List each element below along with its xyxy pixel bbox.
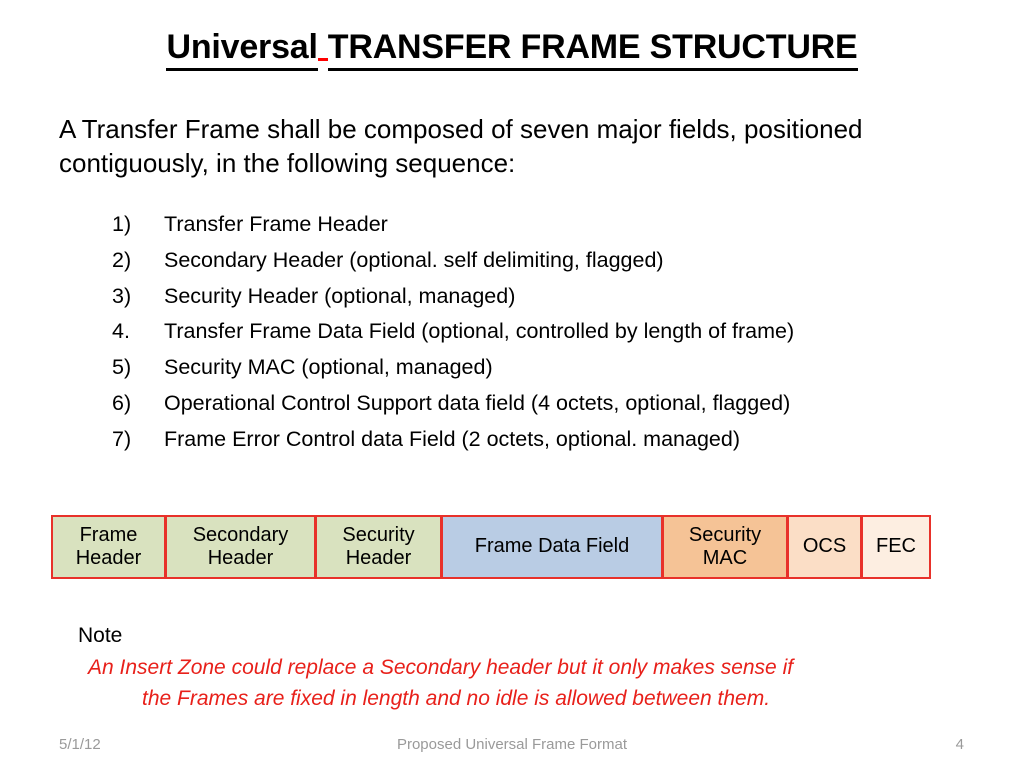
list-item-label: Security MAC (optional, managed) <box>164 355 493 380</box>
intro-paragraph: A Transfer Frame shall be composed of se… <box>59 114 863 179</box>
note-text-line-2: the Frames are fixed in length and no id… <box>142 687 771 710</box>
note-text-line-1: An Insert Zone could replace a Secondary… <box>88 655 794 679</box>
list-item-marker: 3) <box>112 283 132 308</box>
list-item-marker: 2) <box>112 247 132 272</box>
list-item-label: Operational Control Support data field (… <box>164 390 791 415</box>
frame-box-label: Security MAC <box>688 523 762 569</box>
list-item-marker: 1) <box>112 212 132 236</box>
list-item-marker: 4. <box>112 319 130 344</box>
note-block: Note An Insert Zone could replace a Secon… <box>78 620 978 715</box>
list-item-label: Secondary Header (optional. self delimit… <box>164 247 664 272</box>
page-title-red-space <box>317 58 328 61</box>
list-item: 1) Transfer Frame Header <box>112 207 992 243</box>
frame-box-label: Security Header <box>342 523 415 569</box>
frame-box-label: OCS <box>802 535 847 558</box>
list-item-label: Transfer Frame Header <box>164 212 388 236</box>
field-list: 1) Transfer Frame Header 2) Secondary He… <box>112 207 992 458</box>
list-item-marker: 6) <box>112 390 132 415</box>
list-item-label: Security Header (optional, managed) <box>164 283 516 308</box>
list-item-label: Transfer Frame Data Field (optional, con… <box>164 319 795 344</box>
list-item-marker: 7) <box>112 426 132 451</box>
frame-box-label: FEC <box>876 535 916 558</box>
slide-canvas: Universal TRANSFER FRAME STRUCTURE A Tran… <box>0 0 1024 768</box>
frame-box-security-header: Security Header <box>315 515 442 579</box>
note-text: An Insert Zone could replace a Secondary… <box>88 652 938 715</box>
note-label: Note <box>78 624 123 647</box>
list-item: 7) Frame Error Control data Field (2 oct… <box>112 422 992 458</box>
frame-box-frame-data-field: Frame Data Field <box>441 515 663 579</box>
list-item-marker: 5) <box>112 355 132 380</box>
page-title-part-1: Universal <box>166 28 318 72</box>
frame-box-secondary-header: Secondary Header <box>165 515 316 579</box>
footer-page-number: 4 <box>955 736 964 753</box>
frame-structure-diagram: Frame Header Secondary Header Security H… <box>51 515 935 579</box>
list-item: 4. Transfer Frame Data Field (optional, … <box>112 314 992 350</box>
page-title-part-2: TRANSFER FRAME STRUCTURE <box>327 28 858 72</box>
list-item: 5) Security MAC (optional, managed) <box>112 350 992 386</box>
frame-box-label: Frame Header <box>75 523 142 569</box>
slide-footer: 5/1/12 Proposed Universal Frame Format 4 <box>0 736 1024 760</box>
page-title: Universal TRANSFER FRAME STRUCTURE <box>0 28 1024 72</box>
frame-box-label: Frame Data Field <box>474 535 630 558</box>
footer-title: Proposed Universal Frame Format <box>396 736 628 753</box>
frame-box-security-mac: Security MAC <box>662 515 788 579</box>
frame-box-label: Secondary Header <box>192 523 289 569</box>
list-item: 3) Security Header (optional, managed) <box>112 279 992 315</box>
frame-box-frame-header: Frame Header <box>51 515 166 579</box>
list-item: 6) Operational Control Support data fiel… <box>112 386 992 422</box>
list-item: 2) Secondary Header (optional. self deli… <box>112 243 992 279</box>
list-item-label: Frame Error Control data Field (2 octets… <box>164 426 740 451</box>
frame-box-ocs: OCS <box>787 515 862 579</box>
frame-box-fec: FEC <box>861 515 931 579</box>
